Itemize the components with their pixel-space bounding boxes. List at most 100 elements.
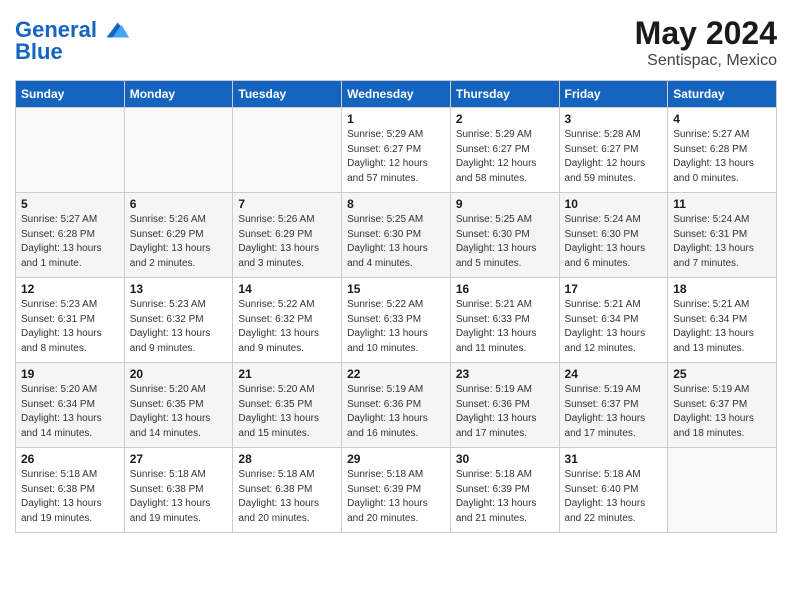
calendar-week-1: 1 Sunrise: 5:29 AM Sunset: 6:27 PM Daylig…	[16, 108, 777, 193]
day-number: 17	[565, 282, 663, 296]
calendar-cell: 1 Sunrise: 5:29 AM Sunset: 6:27 PM Daylig…	[342, 108, 451, 193]
day-info: Sunrise: 5:18 AM Sunset: 6:38 PM Dayligh…	[21, 468, 119, 526]
day-number: 28	[238, 452, 336, 466]
calendar-cell	[668, 448, 777, 533]
day-number: 21	[238, 367, 336, 381]
calendar-cell: 25 Sunrise: 5:19 AM Sunset: 6:37 PM Dayli…	[668, 363, 777, 448]
weekday-header-row: SundayMondayTuesdayWednesdayThursdayFrid…	[16, 81, 777, 108]
day-number: 18	[673, 282, 771, 296]
page-header: General Blue May 2024 Sentispac, Mexico	[15, 15, 777, 70]
calendar-cell: 30Sunrise: 5:18 AM Sunset: 6:39 PM Dayli…	[450, 448, 559, 533]
day-info: Sunrise: 5:25 AM Sunset: 6:30 PM Dayligh…	[456, 213, 554, 271]
logo-text: General	[15, 19, 97, 41]
day-info: Sunrise: 5:19 AM Sunset: 6:36 PM Dayligh…	[456, 383, 554, 441]
calendar-week-4: 19 Sunrise: 5:20 AM Sunset: 6:34 PM Dayli…	[16, 363, 777, 448]
calendar-cell: 4Sunrise: 5:27 AM Sunset: 6:28 PM Daylig…	[668, 108, 777, 193]
day-number: 22	[347, 367, 445, 381]
weekday-friday: Friday	[559, 81, 668, 108]
day-number: 19	[21, 367, 119, 381]
calendar-body: 1 Sunrise: 5:29 AM Sunset: 6:27 PM Daylig…	[16, 108, 777, 533]
day-number: 6	[130, 197, 228, 211]
calendar-cell: 12Sunrise: 5:23 AM Sunset: 6:31 PM Dayli…	[16, 278, 125, 363]
day-info: Sunrise: 5:22 AM Sunset: 6:33 PM Dayligh…	[347, 298, 445, 356]
calendar-week-5: 26 Sunrise: 5:18 AM Sunset: 6:38 PM Dayli…	[16, 448, 777, 533]
day-number: 26	[21, 452, 119, 466]
weekday-monday: Monday	[124, 81, 233, 108]
calendar-cell: 28Sunrise: 5:18 AM Sunset: 6:38 PM Dayli…	[233, 448, 342, 533]
calendar-cell: 10Sunrise: 5:24 AM Sunset: 6:30 PM Dayli…	[559, 193, 668, 278]
weekday-wednesday: Wednesday	[342, 81, 451, 108]
calendar-cell: 8Sunrise: 5:25 AM Sunset: 6:30 PM Daylig…	[342, 193, 451, 278]
calendar-cell: 24 Sunrise: 5:19 AM Sunset: 6:37 PM Dayli…	[559, 363, 668, 448]
calendar-cell: 20 Sunrise: 5:20 AM Sunset: 6:35 PM Dayli…	[124, 363, 233, 448]
calendar-cell: 13 Sunrise: 5:23 AM Sunset: 6:32 PM Dayli…	[124, 278, 233, 363]
day-info: Sunrise: 5:26 AM Sunset: 6:29 PM Dayligh…	[238, 213, 336, 271]
day-info: Sunrise: 5:19 AM Sunset: 6:37 PM Dayligh…	[673, 383, 771, 441]
calendar-cell: 26 Sunrise: 5:18 AM Sunset: 6:38 PM Dayli…	[16, 448, 125, 533]
day-info: Sunrise: 5:19 AM Sunset: 6:37 PM Dayligh…	[565, 383, 663, 441]
day-number: 15	[347, 282, 445, 296]
calendar-cell: 11 Sunrise: 5:24 AM Sunset: 6:31 PM Dayli…	[668, 193, 777, 278]
day-info: Sunrise: 5:22 AM Sunset: 6:32 PM Dayligh…	[238, 298, 336, 356]
calendar-cell: 2 Sunrise: 5:29 AM Sunset: 6:27 PM Daylig…	[450, 108, 559, 193]
logo-icon	[99, 15, 129, 45]
day-number: 25	[673, 367, 771, 381]
day-number: 1	[347, 112, 445, 126]
day-info: Sunrise: 5:19 AM Sunset: 6:36 PM Dayligh…	[347, 383, 445, 441]
day-number: 13	[130, 282, 228, 296]
day-number: 16	[456, 282, 554, 296]
day-number: 8	[347, 197, 445, 211]
month-title: May 2024	[635, 15, 777, 52]
day-number: 20	[130, 367, 228, 381]
calendar-cell: 22 Sunrise: 5:19 AM Sunset: 6:36 PM Dayli…	[342, 363, 451, 448]
day-number: 7	[238, 197, 336, 211]
calendar-cell: 21 Sunrise: 5:20 AM Sunset: 6:35 PM Dayli…	[233, 363, 342, 448]
day-info: Sunrise: 5:29 AM Sunset: 6:27 PM Dayligh…	[456, 128, 554, 186]
day-number: 3	[565, 112, 663, 126]
day-number: 27	[130, 452, 228, 466]
day-info: Sunrise: 5:29 AM Sunset: 6:27 PM Dayligh…	[347, 128, 445, 186]
day-info: Sunrise: 5:18 AM Sunset: 6:38 PM Dayligh…	[130, 468, 228, 526]
calendar-cell: 27 Sunrise: 5:18 AM Sunset: 6:38 PM Dayli…	[124, 448, 233, 533]
day-info: Sunrise: 5:21 AM Sunset: 6:34 PM Dayligh…	[565, 298, 663, 356]
day-info: Sunrise: 5:24 AM Sunset: 6:30 PM Dayligh…	[565, 213, 663, 271]
calendar-table: SundayMondayTuesdayWednesdayThursdayFrid…	[15, 80, 777, 533]
logo: General Blue	[15, 15, 129, 65]
day-number: 4	[673, 112, 771, 126]
calendar-cell: 15 Sunrise: 5:22 AM Sunset: 6:33 PM Dayli…	[342, 278, 451, 363]
calendar-cell: 3Sunrise: 5:28 AM Sunset: 6:27 PM Daylig…	[559, 108, 668, 193]
calendar-cell: 18Sunrise: 5:21 AM Sunset: 6:34 PM Dayli…	[668, 278, 777, 363]
calendar-cell: 17 Sunrise: 5:21 AM Sunset: 6:34 PM Dayli…	[559, 278, 668, 363]
location-subtitle: Sentispac, Mexico	[635, 52, 777, 70]
day-number: 24	[565, 367, 663, 381]
calendar-cell: 31 Sunrise: 5:18 AM Sunset: 6:40 PM Dayli…	[559, 448, 668, 533]
day-number: 29	[347, 452, 445, 466]
calendar-cell: 23 Sunrise: 5:19 AM Sunset: 6:36 PM Dayli…	[450, 363, 559, 448]
day-number: 23	[456, 367, 554, 381]
calendar-cell: 29 Sunrise: 5:18 AM Sunset: 6:39 PM Dayli…	[342, 448, 451, 533]
day-number: 12	[21, 282, 119, 296]
day-number: 5	[21, 197, 119, 211]
day-info: Sunrise: 5:20 AM Sunset: 6:34 PM Dayligh…	[21, 383, 119, 441]
calendar-cell: 7 Sunrise: 5:26 AM Sunset: 6:29 PM Daylig…	[233, 193, 342, 278]
day-info: Sunrise: 5:26 AM Sunset: 6:29 PM Dayligh…	[130, 213, 228, 271]
day-info: Sunrise: 5:24 AM Sunset: 6:31 PM Dayligh…	[673, 213, 771, 271]
calendar-cell: 14 Sunrise: 5:22 AM Sunset: 6:32 PM Dayli…	[233, 278, 342, 363]
day-number: 30	[456, 452, 554, 466]
day-info: Sunrise: 5:20 AM Sunset: 6:35 PM Dayligh…	[130, 383, 228, 441]
calendar-cell: 16Sunrise: 5:21 AM Sunset: 6:33 PM Dayli…	[450, 278, 559, 363]
day-info: Sunrise: 5:23 AM Sunset: 6:32 PM Dayligh…	[130, 298, 228, 356]
day-number: 14	[238, 282, 336, 296]
day-info: Sunrise: 5:18 AM Sunset: 6:39 PM Dayligh…	[347, 468, 445, 526]
calendar-cell: 19 Sunrise: 5:20 AM Sunset: 6:34 PM Dayli…	[16, 363, 125, 448]
calendar-cell	[16, 108, 125, 193]
calendar-cell: 5Sunrise: 5:27 AM Sunset: 6:28 PM Daylig…	[16, 193, 125, 278]
calendar-cell	[124, 108, 233, 193]
day-number: 2	[456, 112, 554, 126]
day-number: 11	[673, 197, 771, 211]
day-info: Sunrise: 5:18 AM Sunset: 6:40 PM Dayligh…	[565, 468, 663, 526]
day-number: 31	[565, 452, 663, 466]
day-info: Sunrise: 5:20 AM Sunset: 6:35 PM Dayligh…	[238, 383, 336, 441]
calendar-cell: 9Sunrise: 5:25 AM Sunset: 6:30 PM Daylig…	[450, 193, 559, 278]
calendar-week-3: 12Sunrise: 5:23 AM Sunset: 6:31 PM Dayli…	[16, 278, 777, 363]
